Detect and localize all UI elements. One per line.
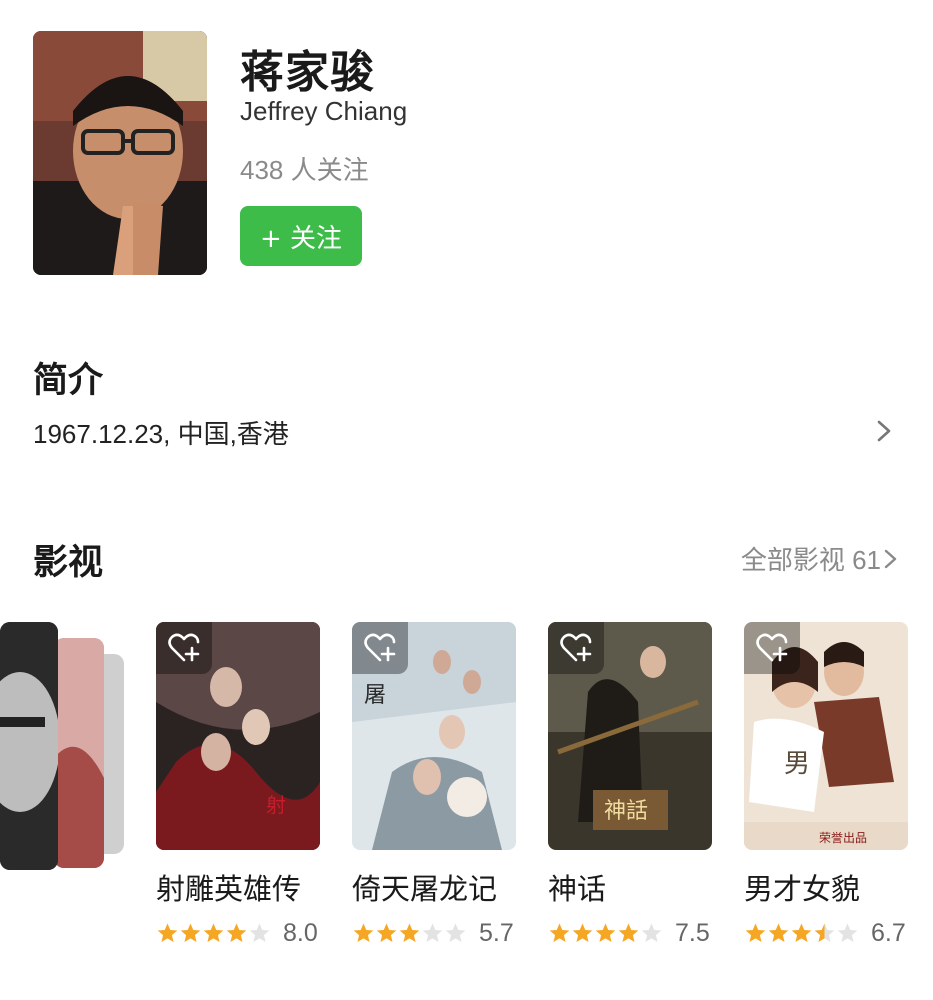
star-icon xyxy=(837,922,858,942)
heart-plus-icon xyxy=(560,633,592,662)
star-rating xyxy=(548,922,663,945)
star-icon xyxy=(791,922,812,942)
star-icon xyxy=(814,922,835,942)
star-icon xyxy=(745,922,766,942)
star-icon xyxy=(203,922,224,942)
chevron-right-icon xyxy=(884,549,897,568)
film-title[interactable]: 神话 xyxy=(548,866,712,908)
film-card[interactable]: 男 荣誉出品 男才女貌 6.7 xyxy=(744,622,908,948)
films-heading: 影视 xyxy=(33,543,104,583)
star-rating xyxy=(352,922,467,945)
film-title[interactable]: 男才女貌 xyxy=(744,866,908,908)
film-poster[interactable]: 屠 xyxy=(352,622,516,850)
star-icon xyxy=(226,922,247,942)
film-rating: 8.0 xyxy=(156,918,320,948)
intro-heading: 简介 xyxy=(33,361,104,401)
follow-button[interactable]: + 关注 xyxy=(240,206,362,266)
film-title[interactable]: 倚天屠龙记 xyxy=(352,866,516,908)
star-icon xyxy=(549,922,570,942)
avatar[interactable] xyxy=(33,31,207,275)
star-icon xyxy=(353,922,374,942)
heart-plus-icon xyxy=(756,633,788,662)
star-icon xyxy=(445,922,466,942)
film-card[interactable]: 神話 神话 7.5 xyxy=(548,622,712,948)
svg-text:男: 男 xyxy=(784,749,810,779)
star-icon xyxy=(399,922,420,942)
favorite-button[interactable] xyxy=(156,622,212,674)
svg-text:射: 射 xyxy=(266,793,286,817)
star-icon xyxy=(422,922,443,942)
star-icon xyxy=(641,922,662,942)
portrait-photo xyxy=(33,31,207,275)
favorite-button[interactable] xyxy=(548,622,604,674)
star-rating xyxy=(156,922,271,945)
poster-stack[interactable] xyxy=(0,622,125,870)
film-rating: 5.7 xyxy=(352,918,516,948)
film-poster[interactable]: 神話 xyxy=(548,622,712,850)
star-icon xyxy=(249,922,270,942)
film-score: 6.7 xyxy=(871,918,906,947)
person-name: 蒋家骏 xyxy=(240,47,375,98)
star-icon xyxy=(157,922,178,942)
star-icon xyxy=(572,922,593,942)
chevron-right-icon xyxy=(877,420,891,442)
all-films-label: 全部影视 61 xyxy=(740,545,881,575)
film-card[interactable]: 屠 倚天屠龙记 5.7 xyxy=(352,622,516,948)
stack-card xyxy=(0,622,58,870)
star-icon xyxy=(180,922,201,942)
star-rating xyxy=(744,922,859,945)
film-poster[interactable]: 射 xyxy=(156,622,320,850)
svg-text:神話: 神話 xyxy=(604,799,648,824)
favorite-button[interactable] xyxy=(352,622,408,674)
film-rating: 6.7 xyxy=(744,918,908,948)
svg-text:屠: 屠 xyxy=(364,683,386,708)
film-card[interactable]: 射 射雕英雄传 8.0 xyxy=(156,622,320,948)
person-english-name: Jeffrey Chiang xyxy=(240,96,408,126)
stack-card xyxy=(54,638,104,868)
film-rating: 7.5 xyxy=(548,918,712,948)
film-title[interactable]: 射雕英雄传 xyxy=(156,866,320,908)
star-icon xyxy=(768,922,789,942)
intro-text: 1967.12.23, 中国,香港 xyxy=(33,419,289,449)
follower-count: 438 人关注 xyxy=(240,155,369,185)
heart-plus-icon xyxy=(168,633,200,662)
film-score: 5.7 xyxy=(479,918,514,947)
star-icon xyxy=(618,922,639,942)
film-poster[interactable]: 男 荣誉出品 xyxy=(744,622,908,850)
heart-plus-icon xyxy=(364,633,396,662)
star-icon xyxy=(376,922,397,942)
svg-text:荣誉出品: 荣誉出品 xyxy=(819,831,867,845)
intro-row[interactable]: 1967.12.23, 中国,香港 xyxy=(33,410,903,454)
favorite-button[interactable] xyxy=(744,622,800,674)
film-score: 7.5 xyxy=(675,918,710,947)
all-films-link[interactable]: 全部影视 61 xyxy=(741,540,899,577)
star-icon xyxy=(595,922,616,942)
film-score: 8.0 xyxy=(283,918,318,947)
